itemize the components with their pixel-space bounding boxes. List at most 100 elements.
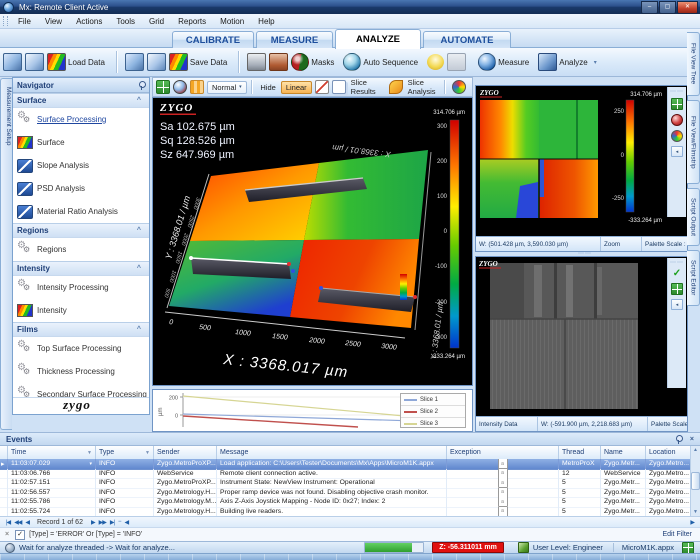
col-time[interactable]: Time▼ (8, 446, 96, 460)
navitem-thickness-processing[interactable]: ⚙⚙ Thickness Processing (13, 360, 149, 383)
slice-endpoint-red[interactable] (287, 262, 291, 266)
menu-reports[interactable]: Reports (171, 14, 213, 28)
navitem-psd-analysis[interactable]: PSD Analysis (13, 177, 149, 200)
masks-button[interactable]: Masks (311, 58, 334, 67)
slice-endpoint-blue[interactable] (319, 286, 323, 290)
palette-icon[interactable] (671, 130, 683, 142)
measure-button[interactable]: Measure (498, 58, 529, 67)
auto-sequence-button[interactable]: Auto Sequence (363, 58, 418, 67)
slice-endpoint[interactable] (189, 256, 193, 260)
clear-filter-icon[interactable]: × (5, 531, 9, 538)
nav-left-button[interactable]: ◀ (125, 519, 129, 526)
save-data-button[interactable]: Save Data (190, 58, 227, 67)
save-data-settings-icon[interactable] (147, 53, 166, 71)
tab-file-view-filmstrip[interactable]: File View/Filmstrip (687, 100, 700, 184)
maximize-button[interactable]: ▢ (659, 1, 676, 14)
navitem-intensity-processing[interactable]: ⚙⚙ Intensity Processing (13, 276, 149, 299)
red-sphere-icon[interactable] (671, 114, 683, 126)
scroll-down-icon[interactable]: ▼ (693, 509, 698, 515)
view-3d-icon[interactable] (173, 80, 187, 94)
menu-file[interactable]: File (11, 14, 38, 28)
tab-automate[interactable]: AUTOMATE (423, 31, 511, 49)
view-grid-icon[interactable] (156, 80, 170, 94)
profile-chart-icon[interactable] (315, 80, 329, 94)
event-row[interactable]: ▸ 11:03:07.029▾ INFO Zygo.MetroProXP....… (0, 459, 690, 469)
analyze-icon[interactable] (538, 53, 557, 71)
tab-measure[interactable]: MEASURE (256, 31, 333, 49)
col-type[interactable]: Type▼ (96, 446, 154, 460)
pin-icon[interactable] (674, 435, 682, 444)
slice-analysis-button[interactable]: Slice Analysis (403, 76, 445, 98)
event-row[interactable]: 11:02:55.724 INFO Zygo.Metrology.H... Bu… (0, 507, 690, 517)
menu-help[interactable]: Help (251, 14, 281, 28)
tab-measurement-setup[interactable]: Measurement Setup (0, 78, 12, 430)
col-message[interactable]: Message (217, 446, 447, 460)
close-events-icon[interactable]: × (690, 436, 694, 443)
edit-filter-link[interactable]: Edit Filter (662, 531, 692, 538)
tab-file-view-tree[interactable]: File View Tree (687, 32, 700, 96)
nav-right-edge-button[interactable]: ▶ (690, 519, 694, 526)
nav-last-button[interactable]: ▶| (110, 519, 114, 526)
load-data-surface-icon[interactable] (47, 53, 66, 71)
navitem-top-surface-processing[interactable]: ⚙⚙ Top Surface Processing (13, 337, 149, 360)
load-data-settings-icon[interactable] (25, 53, 44, 71)
nav-fast-next-button[interactable]: ▶▶ (99, 519, 106, 526)
col-location[interactable]: Location (646, 446, 690, 460)
collapse-rail-button[interactable]: ◂ (671, 299, 683, 310)
move-crosshair-icon[interactable] (447, 53, 466, 71)
lightbulb-icon[interactable] (427, 54, 444, 70)
masks-icon[interactable] (291, 53, 309, 71)
nav-first-button[interactable]: |◀ (6, 519, 10, 526)
auto-sequence-icon[interactable] (343, 53, 361, 71)
menu-view[interactable]: View (38, 14, 69, 28)
section-regions[interactable]: Regions ^ (13, 223, 149, 238)
nav-fast-prev-button[interactable]: ◀◀ (14, 519, 21, 526)
menu-actions[interactable]: Actions (69, 14, 109, 28)
tab-analyze[interactable]: ANALYZE (335, 29, 421, 49)
home-icon[interactable] (269, 53, 288, 71)
nav-next-button[interactable]: ▶ (91, 519, 95, 526)
filter-checkbox[interactable]: ✓ (15, 530, 25, 540)
tab-calibrate[interactable]: CALIBRATE (172, 31, 254, 49)
print-icon[interactable] (247, 53, 266, 71)
col-exception[interactable]: Exception (447, 446, 559, 460)
section-intensity[interactable]: Intensity ^ (13, 261, 149, 276)
nav-delete-button[interactable]: − (118, 519, 121, 525)
accept-check-icon[interactable]: ✓ (673, 269, 681, 279)
scroll-up-icon[interactable]: ▲ (693, 447, 698, 453)
filter-icon[interactable]: ▼ (87, 450, 92, 456)
slice-endpoint-red[interactable] (413, 295, 417, 299)
collapse-rail-button[interactable]: ◂ (671, 146, 683, 157)
section-films[interactable]: Films ^ (13, 322, 149, 337)
measure-icon[interactable] (478, 53, 496, 71)
surface-3d-view[interactable]: 0 500 1000 1500 2000 2500 3000 500 1000 … (152, 97, 473, 386)
nav-prev-button[interactable]: ◀ (25, 519, 29, 526)
app-grid-icon[interactable] (682, 542, 694, 554)
menu-motion[interactable]: Motion (213, 14, 251, 28)
toolbar-overflow-icon[interactable]: ▾ (594, 59, 597, 66)
event-row[interactable]: 11:02:56.557 INFO Zygo.Metrology.H... Pr… (0, 488, 690, 498)
save-data-surface-icon[interactable] (169, 53, 188, 71)
grid-layout-icon[interactable] (671, 283, 683, 295)
view-mode-select[interactable]: Normal ▾ (207, 81, 247, 94)
event-row[interactable]: 11:03:06.766 INFO WebService Remote clie… (0, 469, 690, 479)
navitem-regions[interactable]: ⚙⚙ Regions (13, 238, 149, 261)
col-thread[interactable]: Thread (559, 446, 601, 460)
save-data-file-icon[interactable] (125, 53, 144, 71)
navitem-surface-processing[interactable]: ⚙⚙ Surface Processing (13, 108, 149, 131)
drag-handle[interactable]: ⋯⋯ (670, 261, 684, 265)
navitem-material-ratio-analysis[interactable]: Material Ratio Analysis (13, 200, 149, 223)
navitem-slope-analysis[interactable]: Slope Analysis (13, 154, 149, 177)
scroll-thumb[interactable] (691, 472, 700, 490)
slice-endpoint-blue[interactable] (291, 269, 295, 273)
navitem-surface[interactable]: Surface (13, 131, 149, 154)
menu-tools[interactable]: Tools (109, 14, 142, 28)
copy-results-icon[interactable] (332, 80, 346, 94)
events-scrollbar[interactable]: ▲ ▼ (690, 446, 700, 516)
filter-icon[interactable]: ▼ (145, 450, 150, 456)
intensity-view-panel[interactable]: ZYGO ⋯⋯ ✓ ◂ Intensity Data W: (-591.900 … (475, 256, 688, 432)
col-name[interactable]: Name (601, 446, 646, 460)
load-data-file-icon[interactable] (3, 53, 22, 71)
slice-results-button[interactable]: Slice Results (346, 76, 386, 98)
grid-layout-icon[interactable] (671, 98, 683, 110)
